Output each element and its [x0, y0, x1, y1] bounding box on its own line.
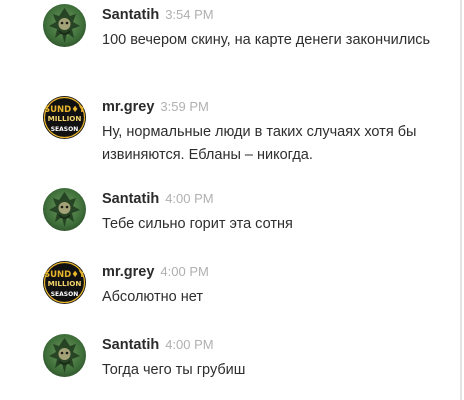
author-name[interactable]: Santatih: [102, 191, 159, 207]
author-name[interactable]: mr.grey: [102, 99, 154, 115]
message-header: mr.grey 4:00 PM: [102, 263, 209, 281]
message-text: 100 вечером скину, на карте денеги закон…: [102, 32, 431, 48]
timestamp: 4:00 PM: [160, 264, 209, 279]
message-header: Santatih 4:00 PM: [102, 190, 214, 208]
scrollbar[interactable]: [460, 0, 462, 400]
message: Santatih 3:54 PM 100 вечером скину, на ка…: [0, 0, 450, 70]
author-name[interactable]: Santatih: [102, 337, 159, 353]
author-name[interactable]: Santatih: [102, 7, 159, 23]
message-text: Тогда чего ты грубиш: [102, 362, 246, 378]
santatih-avatar-icon[interactable]: [43, 188, 86, 231]
message: mr.grey 3:59 PM Ну, нормальные люди в так…: [0, 92, 450, 163]
timestamp: 3:59 PM: [160, 99, 209, 114]
message-text: Абсолютно нет: [102, 289, 203, 305]
sunday-million-avatar-icon[interactable]: [43, 96, 86, 139]
message: Santatih 4:00 PM Тебе сильно горит эта со…: [0, 184, 450, 254]
message-text: Тебе сильно горит эта сотня: [102, 216, 293, 232]
santatih-avatar-icon[interactable]: [43, 4, 86, 47]
message: mr.grey 4:00 PM Абсолютно нет: [0, 257, 450, 327]
sunday-million-avatar-icon[interactable]: [43, 261, 86, 304]
timestamp: 3:54 PM: [165, 7, 214, 22]
message: Santatih 4:00 PM Тогда чего ты грубиш: [0, 330, 450, 400]
timestamp: 4:00 PM: [165, 337, 214, 352]
timestamp: 4:00 PM: [165, 191, 214, 206]
santatih-avatar-icon[interactable]: [43, 334, 86, 377]
message-header: Santatih 3:54 PM: [102, 6, 214, 24]
author-name[interactable]: mr.grey: [102, 264, 154, 280]
message-text: Ну, нормальные люди в таких случаях хотя…: [102, 124, 417, 163]
message-header: Santatih 4:00 PM: [102, 336, 214, 354]
message-header: mr.grey 3:59 PM: [102, 98, 209, 116]
